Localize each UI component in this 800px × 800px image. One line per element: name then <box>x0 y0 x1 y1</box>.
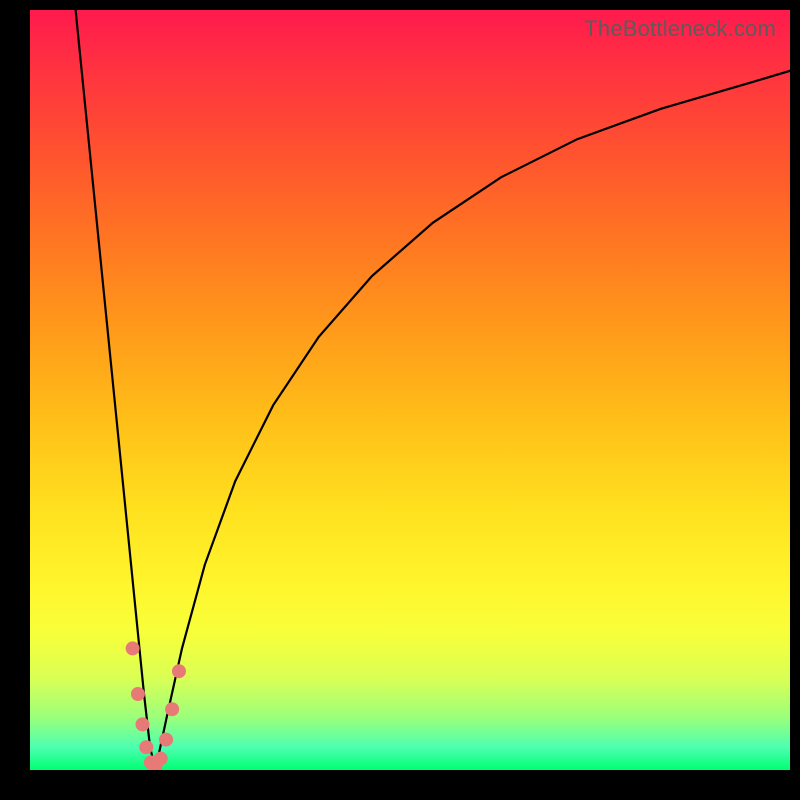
valley-marker <box>131 687 145 701</box>
chart-frame: TheBottleneck.com <box>0 0 800 800</box>
curves-layer <box>30 10 790 770</box>
plot-area: TheBottleneck.com <box>30 10 790 770</box>
valley-marker <box>135 717 149 731</box>
valley-marker <box>159 733 173 747</box>
valley-marker <box>126 641 140 655</box>
valley-marker <box>139 740 153 754</box>
valley-marker <box>172 664 186 678</box>
curve-right-branch <box>155 71 790 770</box>
curve-left-branch <box>76 10 156 770</box>
valley-markers <box>126 641 186 770</box>
valley-marker <box>165 702 179 716</box>
valley-marker <box>154 752 168 766</box>
